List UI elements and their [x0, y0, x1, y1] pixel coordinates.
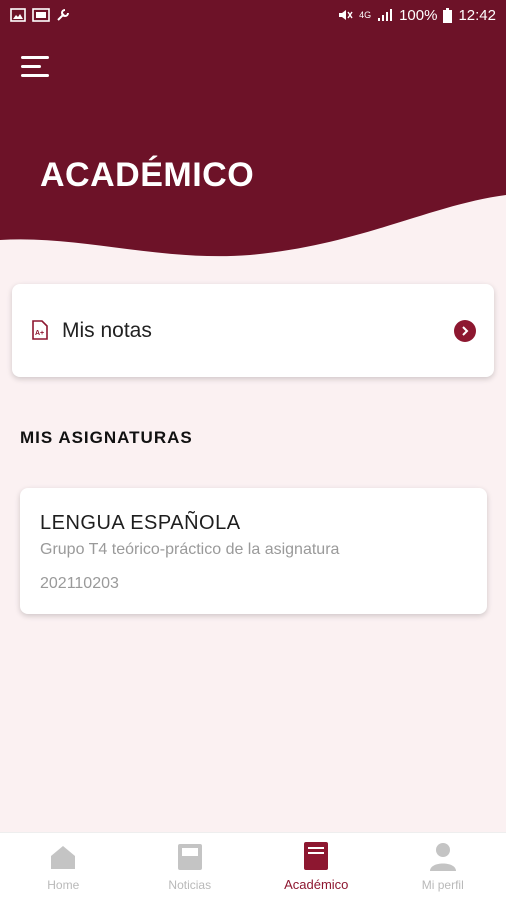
header-background — [0, 30, 506, 257]
gallery-icon — [32, 8, 50, 22]
mis-notas-card[interactable]: A+ Mis notas — [12, 284, 494, 377]
svg-text:A+: A+ — [35, 330, 44, 337]
wrench-icon — [56, 8, 70, 22]
nav-item-noticias[interactable]: Noticias — [127, 833, 254, 900]
signal-icon — [377, 8, 393, 22]
clock: 12:42 — [458, 6, 496, 24]
menu-button[interactable] — [16, 50, 56, 82]
battery-percent: 100% — [399, 6, 438, 24]
mis-notas-label: Mis notas — [62, 318, 152, 342]
grade-document-icon: A+ — [32, 319, 52, 342]
nav-label-mi-perfil: Mi perfil — [421, 877, 464, 892]
image-icon — [10, 8, 26, 22]
status-left-icons — [10, 8, 70, 22]
chevron-right-icon — [454, 319, 476, 342]
hamburger-icon — [21, 56, 49, 77]
subject-name: LENGUA ESPAÑOLA — [40, 512, 241, 534]
nav-item-mi-perfil[interactable]: Mi perfil — [380, 833, 506, 900]
status-bar: 4G 100% 12:42 — [0, 0, 506, 30]
nav-label-noticias: Noticias — [168, 877, 212, 892]
nav-item-home[interactable]: Home — [0, 833, 127, 900]
status-right-icons: 4G 100% 12:42 — [337, 7, 496, 24]
news-icon — [176, 842, 204, 872]
home-icon — [49, 842, 77, 872]
subject-group: Grupo T4 teórico-práctico de la asignatu… — [40, 541, 340, 558]
nav-label-home: Home — [47, 877, 80, 892]
person-icon — [429, 842, 457, 872]
section-title: MIS ASIGNATURAS — [20, 428, 193, 447]
battery-icon — [443, 7, 453, 23]
subject-card[interactable]: LENGUA ESPAÑOLA Grupo T4 teórico-práctic… — [20, 488, 487, 614]
bottom-navigation: Home Noticias Académico Mi perfil — [0, 832, 506, 900]
subject-code: 202110203 — [40, 575, 119, 592]
nav-item-academico[interactable]: Académico — [253, 833, 380, 900]
app-screen: 4G 100% 12:42 ACADÉMICO A+ Mis notas MIS… — [0, 0, 506, 900]
page-title: ACADÉMICO — [40, 156, 255, 194]
mute-icon — [337, 8, 353, 22]
book-icon — [302, 841, 330, 871]
network-type-icon: 4G — [359, 10, 372, 20]
nav-label-academico: Académico — [284, 877, 349, 892]
